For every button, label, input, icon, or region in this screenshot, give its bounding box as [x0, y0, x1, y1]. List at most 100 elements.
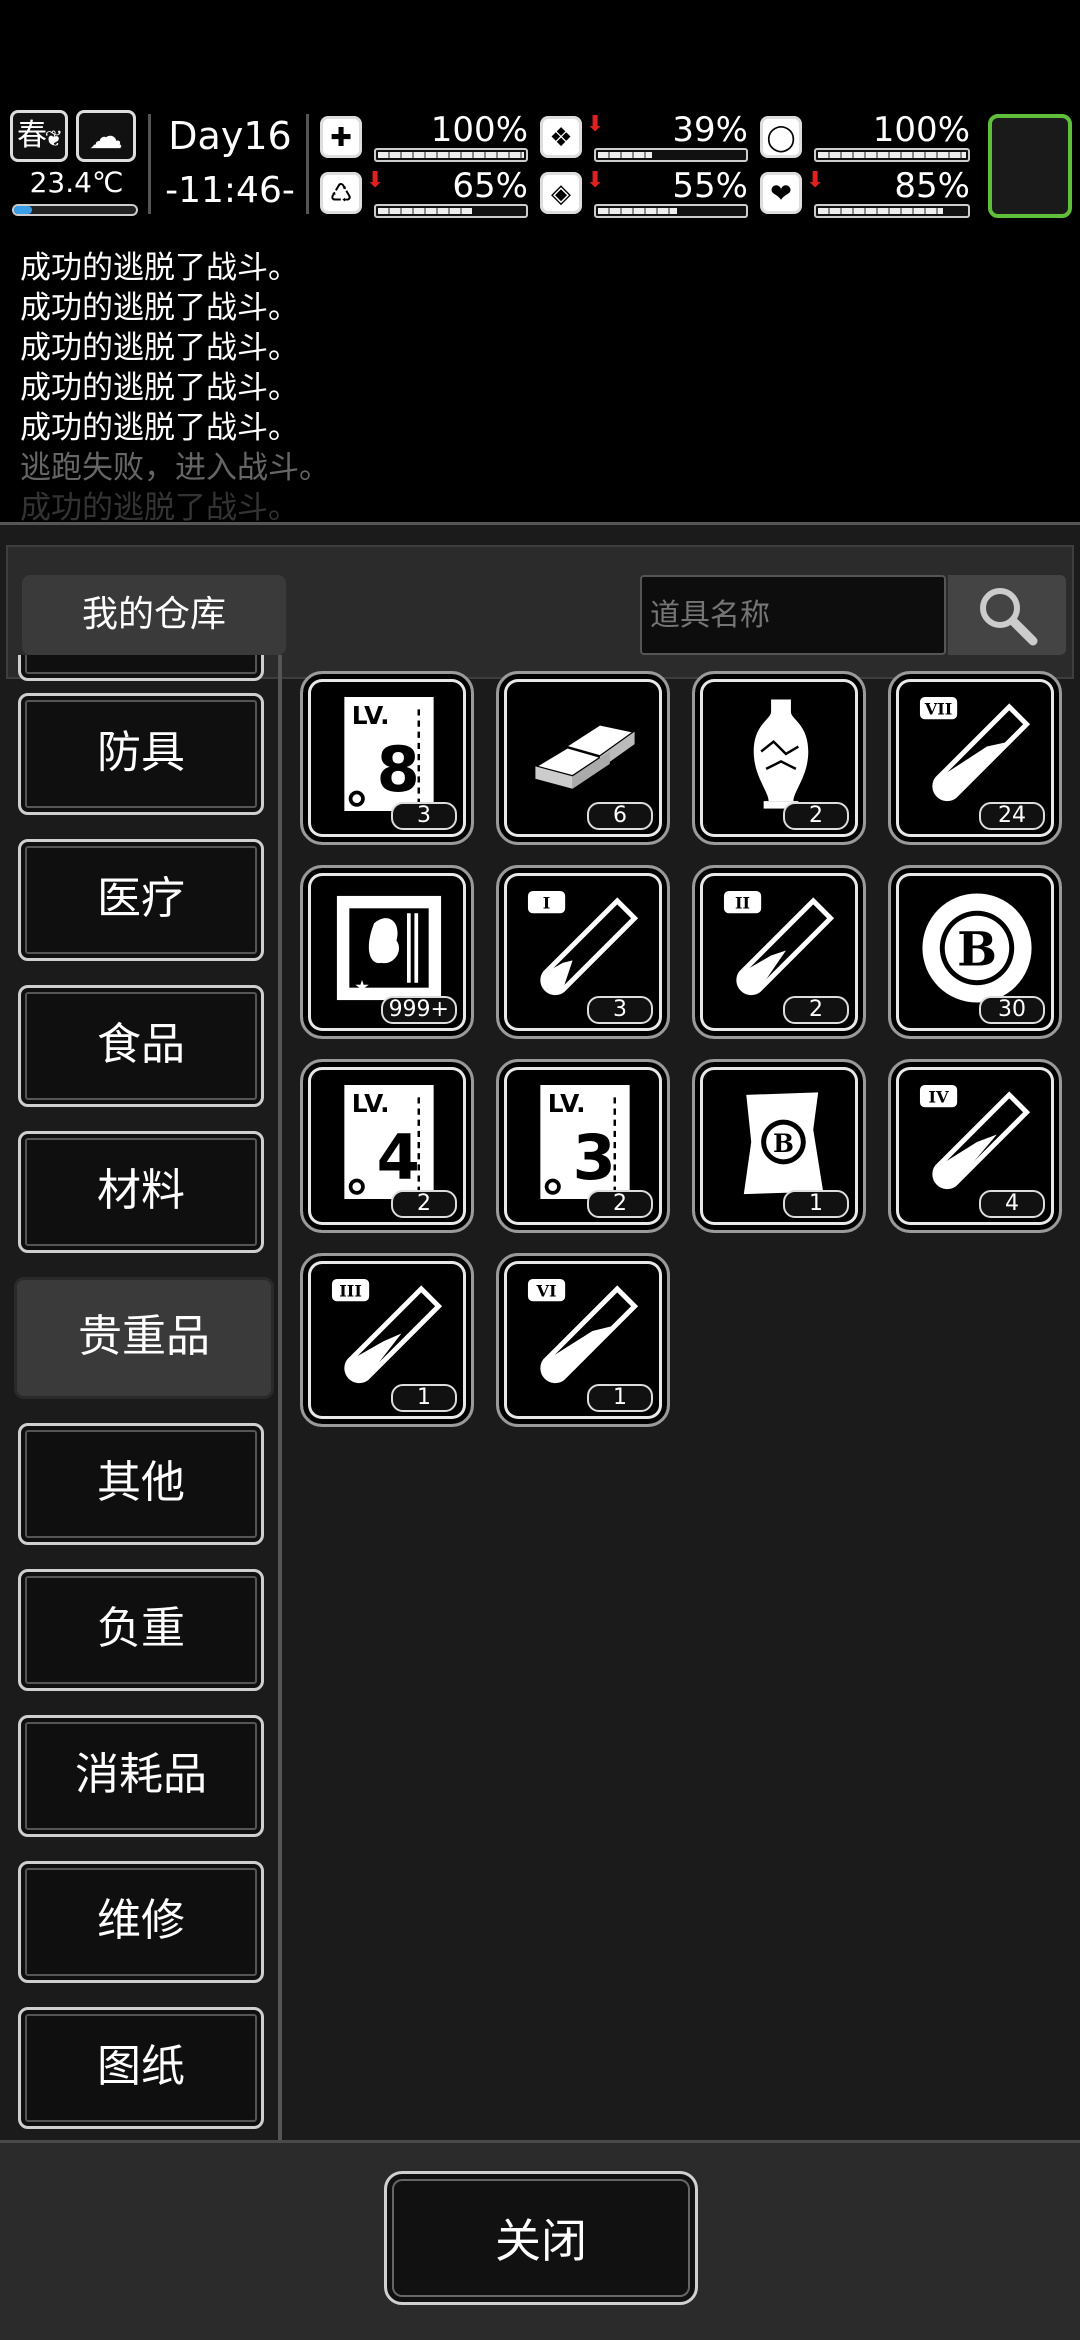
item-count: 2 — [587, 1190, 653, 1218]
stat-value: 100% — [430, 110, 528, 150]
close-button[interactable]: 关闭 — [384, 2171, 698, 2305]
item-count: 3 — [587, 996, 653, 1024]
stat-value: 39% — [672, 110, 748, 150]
category-tab-consumables[interactable]: 消耗品 — [18, 1715, 264, 1837]
potion-ii-icon: II — [723, 890, 835, 996]
arrow-down-icon: ⬇ — [806, 168, 825, 193]
capsule-icon: ◯ — [760, 116, 802, 158]
log-line: 逃跑失败，进入战斗。 — [20, 450, 330, 486]
stat-stamina: ♺ ⬇ 65% — [320, 166, 528, 218]
category-tab-other[interactable]: 其他 — [18, 1423, 264, 1545]
potion-iii-icon: III — [331, 1278, 443, 1384]
stat-thirst: ◈ ⬇ 55% — [540, 166, 748, 218]
category-tab-armor[interactable]: 防具 — [18, 693, 264, 815]
season-label: 春 — [17, 118, 47, 153]
level-label: 8 — [377, 733, 420, 806]
potion-vii-icon: VII — [919, 696, 1031, 802]
item-slot[interactable]: I 3 — [496, 865, 670, 1039]
clock: -11:46- — [165, 170, 295, 211]
category-tab-materials[interactable]: 材料 — [18, 1131, 264, 1253]
stomach-icon: ❖ — [540, 116, 582, 158]
tier-label: VI — [536, 1281, 557, 1300]
tier-label: III — [339, 1281, 362, 1300]
item-slot[interactable]: LV. 4 2 — [300, 1059, 474, 1233]
item-slot[interactable]: VI 1 — [496, 1253, 670, 1427]
item-slot[interactable]: ★ 999+ — [300, 865, 474, 1039]
stat-mood: ❤ ⬇ 85% — [760, 166, 970, 218]
search-button[interactable] — [948, 575, 1066, 655]
item-slot[interactable]: III 1 — [300, 1253, 474, 1427]
panel-footer: 关闭 — [0, 2140, 1080, 2340]
item-slot[interactable]: IV 4 — [888, 1059, 1062, 1233]
stat-medicine: ◯ 100% — [760, 110, 970, 162]
item-count: 999+ — [380, 996, 457, 1024]
season-badge: 春 ❦ — [10, 110, 68, 162]
svg-text:LV.: LV. — [352, 1089, 390, 1118]
skill-book-lv4-icon: LV. 4 — [344, 1084, 434, 1200]
item-count: 1 — [783, 1190, 849, 1218]
skill-book-lv8-icon: LV. 8 — [344, 696, 434, 812]
item-slot[interactable]: VII 24 — [888, 671, 1062, 845]
category-tab-blueprints[interactable]: 图纸 — [18, 2007, 264, 2129]
tier-label: I — [543, 893, 551, 912]
category-tab-hidden[interactable] — [18, 655, 264, 681]
tier-label: VII — [924, 699, 953, 718]
tier-label: IV — [929, 1087, 950, 1106]
item-count: 2 — [783, 996, 849, 1024]
warehouse-title[interactable]: 我的仓库 — [22, 575, 286, 655]
item-count: 24 — [979, 802, 1045, 830]
stat-value: 100% — [872, 110, 970, 150]
svg-text:LV.: LV. — [548, 1089, 586, 1118]
potion-iv-icon: IV — [919, 1084, 1031, 1190]
log-line: 成功的逃脱了战斗。 — [20, 490, 299, 522]
item-count: 3 — [391, 802, 457, 830]
item-count: 30 — [979, 996, 1045, 1024]
item-slot[interactable]: II 2 — [692, 865, 866, 1039]
temperature: 23.4℃ — [29, 166, 124, 199]
potion-vi-icon: VI — [527, 1278, 639, 1384]
poster-icon: ★ — [336, 895, 442, 1001]
category-tab-repair[interactable]: 维修 — [18, 1861, 264, 1983]
item-slot[interactable]: B 30 — [888, 865, 1062, 1039]
leaf-icon: ❦ — [44, 127, 63, 152]
category-tab-carry[interactable]: 负重 — [18, 1569, 264, 1691]
level-label: 3 — [573, 1121, 616, 1194]
temperature-gauge — [12, 204, 138, 216]
item-search-input[interactable] — [640, 575, 946, 655]
svg-text:LV.: LV. — [352, 701, 390, 730]
item-count: 1 — [391, 1384, 457, 1412]
message-log: 成功的逃脱了战斗。 成功的逃脱了战斗。 成功的逃脱了战斗。 成功的逃脱了战斗。 … — [0, 232, 1080, 522]
medkit-icon: ✚ — [320, 116, 362, 158]
log-line: 成功的逃脱了战斗。 — [20, 370, 299, 406]
item-slot[interactable]: 2 — [692, 671, 866, 845]
stat-health: ✚ 100% — [320, 110, 528, 162]
arrow-down-icon: ⬇ — [366, 168, 385, 193]
item-slot[interactable]: 6 — [496, 671, 670, 845]
category-tab-valuables[interactable]: 贵重品 — [14, 1277, 274, 1399]
warehouse-panel: 我的仓库 防具 医疗 食品 材料 贵重品 其他 负重 消耗品 维修 图纸 LV. — [0, 522, 1080, 2340]
b-scroll-icon: B — [743, 1092, 824, 1195]
arrow-down-icon: ⬇ — [586, 112, 605, 137]
coin-letter: B — [957, 922, 997, 977]
log-line: 成功的逃脱了战斗。 — [20, 290, 299, 326]
item-count: 2 — [391, 1190, 457, 1218]
b-coin-icon: B — [922, 893, 1032, 1003]
status-bar: 春 ❦ ☁ 23.4℃ Day16 -11:46- ✚ 100% ❖ ⬇ 39%… — [0, 104, 1080, 224]
gold-bars-icon — [532, 722, 638, 789]
boot-icon: ♺ — [320, 172, 362, 214]
equipment-slot[interactable] — [988, 114, 1072, 218]
divider — [278, 655, 282, 2155]
category-tab-food[interactable]: 食品 — [18, 985, 264, 1107]
heart-icon: ❤ — [760, 172, 802, 214]
category-tab-medical[interactable]: 医疗 — [18, 839, 264, 961]
category-sidebar[interactable]: 防具 医疗 食品 材料 贵重品 其他 负重 消耗品 维修 图纸 — [6, 655, 278, 2155]
item-slot[interactable]: LV. 8 3 — [300, 671, 474, 845]
stat-value: 55% — [672, 166, 748, 206]
item-slot[interactable]: LV. 3 2 — [496, 1059, 670, 1233]
arrow-down-icon: ⬇ — [586, 168, 605, 193]
item-slot[interactable]: B 1 — [692, 1059, 866, 1233]
tier-label: II — [735, 893, 750, 912]
item-count: 6 — [587, 802, 653, 830]
stat-value: 65% — [452, 166, 528, 206]
rain-cloud-icon: ☁ — [76, 110, 136, 162]
